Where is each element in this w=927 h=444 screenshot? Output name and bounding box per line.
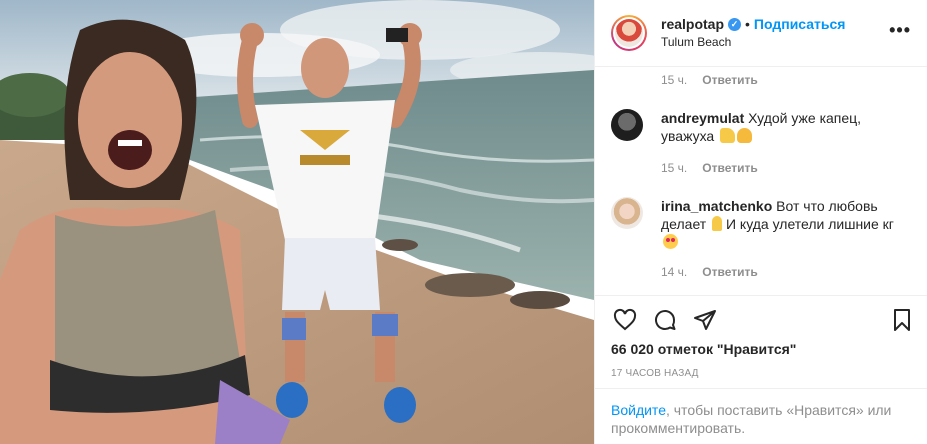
likes-count[interactable]: 66 020 отметок "Нравится" [611, 340, 912, 358]
commenter-username[interactable]: irina_matchenko [661, 198, 772, 214]
post-photo[interactable] [0, 0, 594, 444]
author-username[interactable]: realpotap [661, 15, 724, 33]
instagram-post: realpotap ✓ • Подписаться Tulum Beach ••… [0, 0, 927, 444]
heart-eyes-icon [663, 234, 678, 249]
post-time-ago[interactable]: 17 часов назад [611, 368, 912, 379]
post-header: realpotap ✓ • Подписаться Tulum Beach ••… [595, 0, 927, 67]
ok-hand-icon [712, 216, 723, 231]
action-icons [611, 296, 912, 344]
reply-button[interactable]: Ответить [702, 263, 757, 281]
clapping-hands-icon [737, 128, 753, 143]
heart-icon[interactable] [611, 306, 639, 334]
comment-time: 14 ч. [661, 265, 688, 279]
comment-meta: 14 ч. Ответить [661, 265, 911, 279]
header-text: realpotap ✓ • Подписаться Tulum Beach [661, 15, 845, 51]
post-actions: 66 020 отметок "Нравится" 17 часов назад [595, 295, 927, 379]
verified-badge-icon: ✓ [728, 17, 742, 31]
login-link[interactable]: Войдите [611, 402, 666, 418]
avatar-image [615, 19, 643, 47]
comment-text-block: andreymulat Худой уже капец, уважуха [661, 109, 901, 145]
author-avatar[interactable] [611, 15, 647, 51]
bookmark-icon[interactable] [888, 306, 916, 334]
comment-meta: 15 ч. Ответить [661, 161, 901, 175]
comment-icon[interactable] [651, 306, 679, 334]
comment-text-block: irina_matchenko Вот что любовь делает И … [661, 197, 911, 251]
reply-button[interactable]: Ответить [702, 159, 757, 177]
follow-button[interactable]: Подписаться [754, 15, 846, 33]
comment-body: andreymulat Худой уже капец, уважуха 15 … [661, 109, 901, 175]
more-options-icon[interactable]: ••• [889, 20, 911, 41]
commenter-avatar[interactable] [611, 197, 643, 229]
login-prompt: Войдите, чтобы поставить «Нравится» или … [595, 388, 927, 437]
comment-item: irina_matchenko Вот что любовь делает И … [611, 197, 911, 279]
separator-dot: • [745, 16, 750, 32]
share-icon[interactable] [691, 306, 719, 334]
photo-illustration [0, 0, 594, 444]
comment-time: 15 ч. [661, 161, 688, 175]
comment-text-continued: И куда улетели лишние кг [725, 216, 894, 232]
thumbs-up-icon [720, 128, 736, 143]
post-side-panel: realpotap ✓ • Подписаться Tulum Beach ••… [594, 0, 927, 444]
commenter-avatar[interactable] [611, 109, 643, 141]
reply-button[interactable]: Ответить [702, 73, 757, 87]
comment-time: 15 ч. [661, 73, 688, 87]
post-location[interactable]: Tulum Beach [661, 33, 845, 51]
comment-body: irina_matchenko Вот что любовь делает И … [661, 197, 911, 279]
comment-meta: 15 ч. Ответить [611, 73, 911, 87]
comment-item: andreymulat Худой уже капец, уважуха 15 … [611, 109, 911, 175]
header-top-row: realpotap ✓ • Подписаться [661, 15, 845, 33]
comments-list[interactable]: 15 ч. Ответить andreymulat Худой уже кап… [595, 67, 927, 295]
commenter-username[interactable]: andreymulat [661, 110, 744, 126]
avatar-inner [613, 17, 645, 49]
